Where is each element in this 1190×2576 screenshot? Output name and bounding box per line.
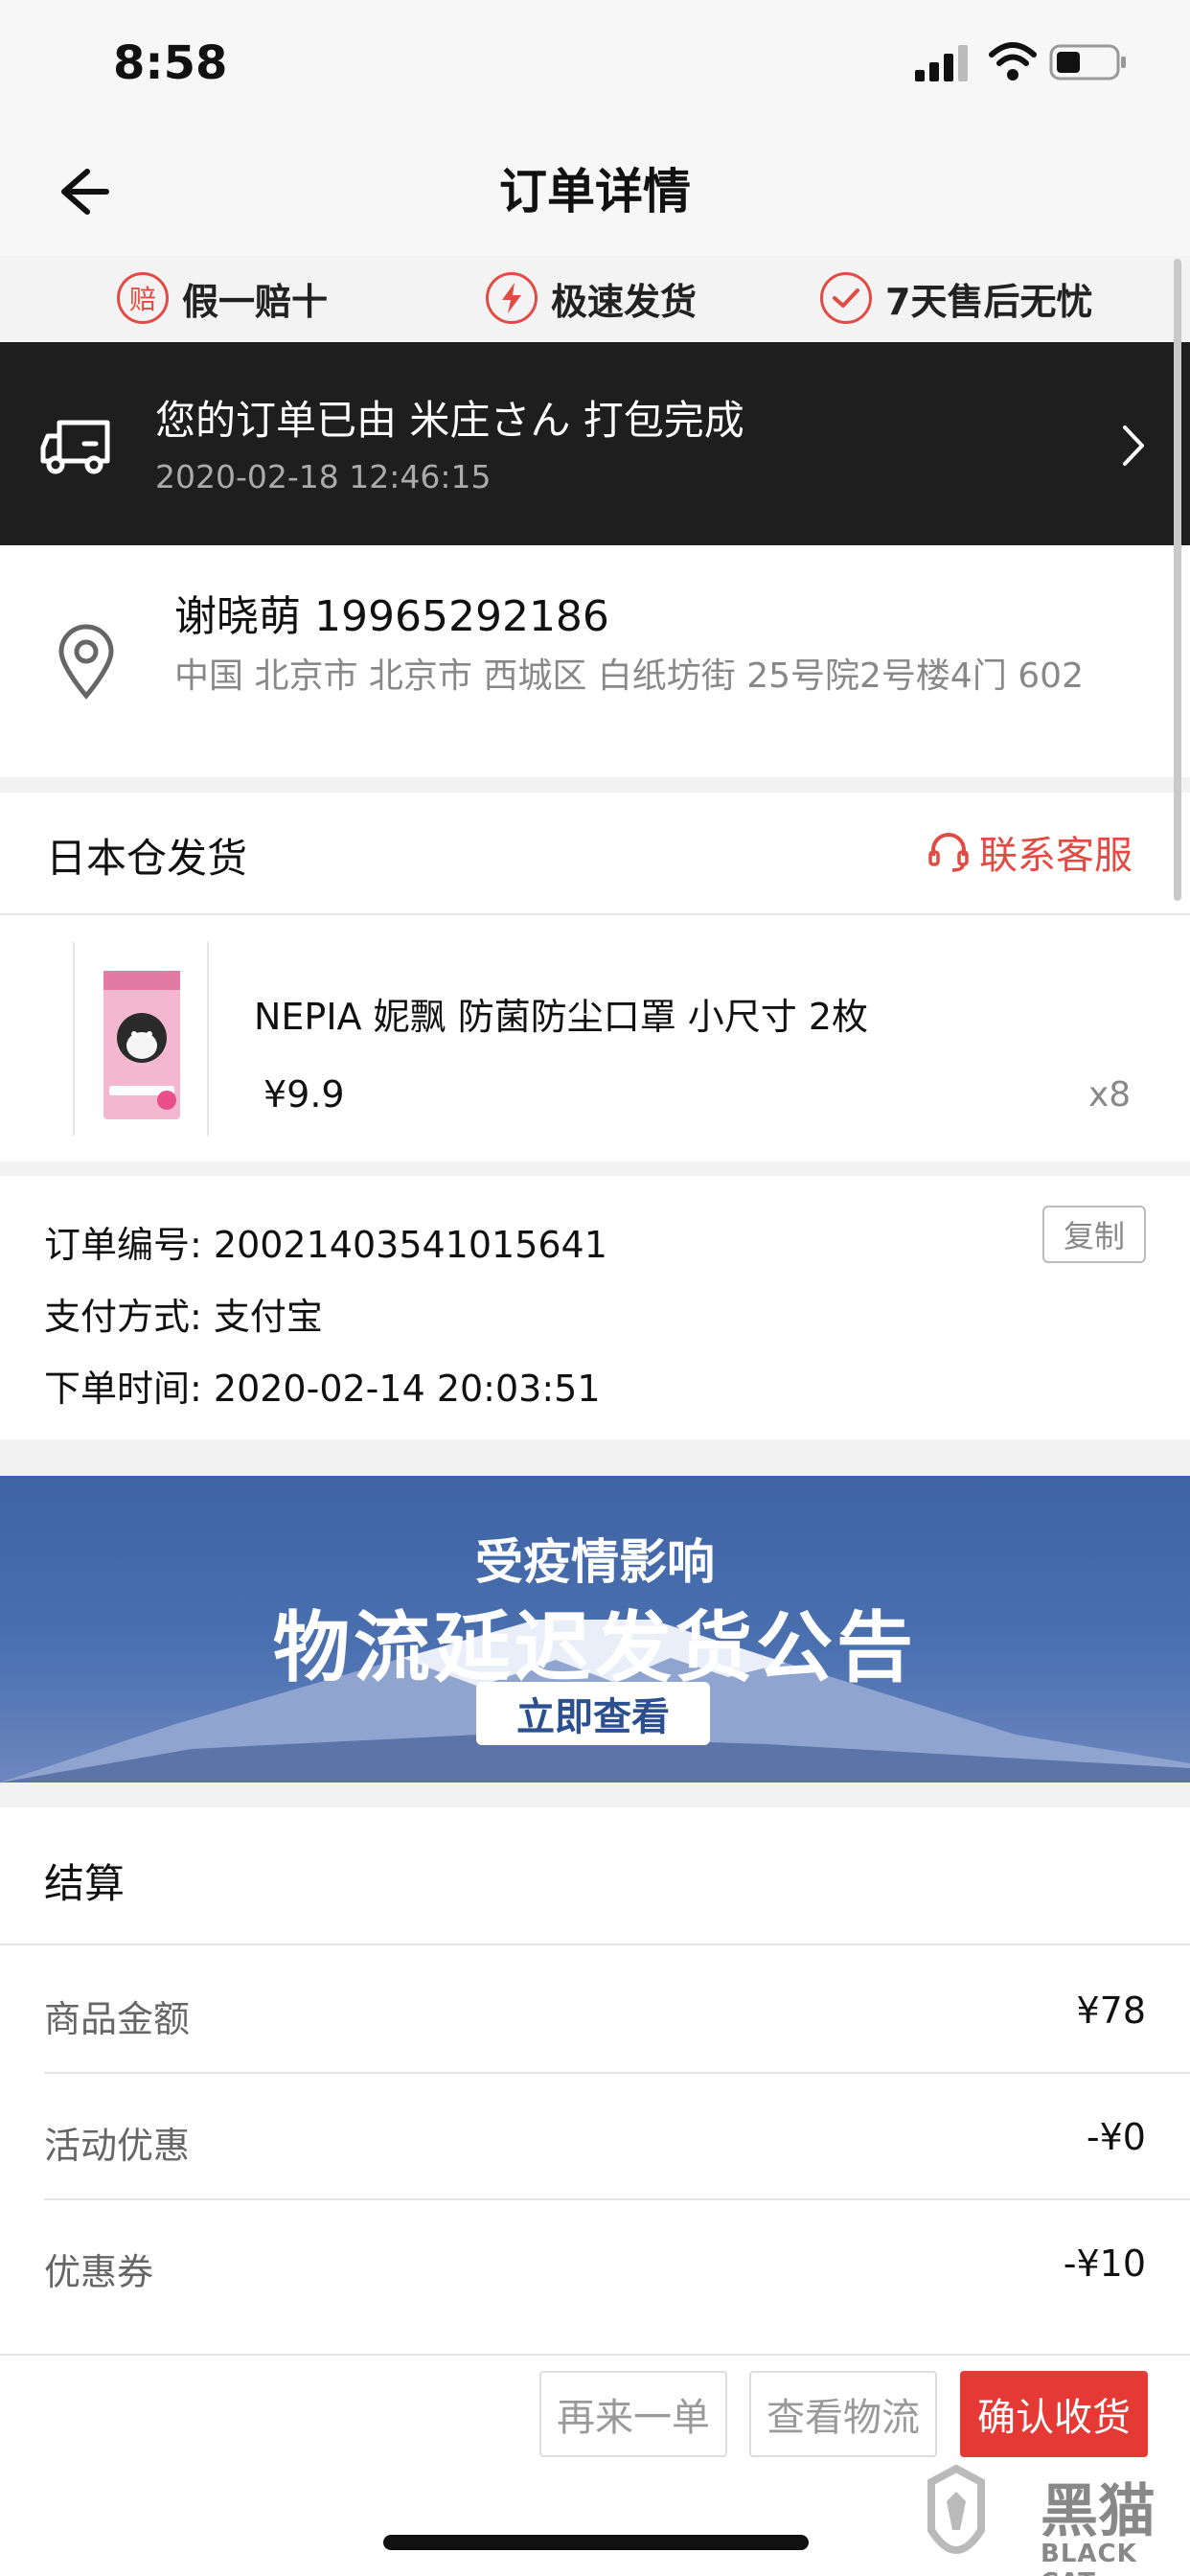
headset-icon <box>928 833 969 872</box>
promotion-discount-label: 活动优惠 <box>44 2125 191 2167</box>
settlement-card <box>0 1807 1190 2354</box>
check-circle-icon <box>820 272 872 324</box>
order-number-value: 20021403541015641 <box>213 1224 607 1266</box>
home-indicator[interactable] <box>383 2535 809 2550</box>
coupon-label: 优惠券 <box>44 2251 154 2293</box>
cellular-signal-icon <box>915 45 968 81</box>
guarantee-item: 7天售后无忧 <box>820 268 1092 328</box>
confirm-receipt-button[interactable]: 确认收货 <box>960 2371 1148 2457</box>
order-time-value: 2020-02-14 20:03:51 <box>213 1368 601 1410</box>
location-pin-icon <box>58 624 114 700</box>
divider <box>44 2198 1190 2200</box>
lightning-icon <box>486 272 538 324</box>
contact-service-button[interactable]: 联系客服 <box>927 824 1133 880</box>
order-number-label: 订单编号: <box>44 1224 202 1266</box>
copy-button[interactable]: 复制 <box>1042 1206 1146 1263</box>
chevron-right-icon[interactable] <box>1119 422 1148 470</box>
battery-icon <box>1049 44 1126 80</box>
banner-view-now-button[interactable]: 立即查看 <box>476 1682 710 1745</box>
store-name: 日本仓发货 <box>46 835 248 882</box>
goods-amount-label: 商品金额 <box>44 1998 191 2040</box>
order-number-row: 订单编号: 20021403541015641 <box>44 1215 607 1268</box>
contact-service-label: 联系客服 <box>979 834 1133 878</box>
banner-subtitle: 受疫情影响 <box>475 1534 715 1590</box>
watermark-text: 黑猫 <box>1041 2478 1156 2545</box>
payment-method-label: 支付方式: <box>44 1296 202 1338</box>
settlement-title: 结算 <box>44 1860 126 1907</box>
reorder-button[interactable]: 再来一单 <box>539 2371 727 2457</box>
mask-package-image <box>103 971 180 1119</box>
product-quantity: x8 <box>1088 1075 1132 1115</box>
compensation-icon: 赔 <box>117 272 169 324</box>
banner-headline: 物流延迟发货公告 <box>273 1603 917 1692</box>
coupon-value: -¥10 <box>1063 2242 1146 2285</box>
package-message: 您的订单已由 米庄さん 打包完成 <box>155 397 744 444</box>
divider <box>44 2072 1190 2074</box>
page-title: 订单详情 <box>499 164 691 219</box>
view-logistics-button[interactable]: 查看物流 <box>749 2371 937 2457</box>
status-time: 8:58 <box>113 36 228 90</box>
payment-method-row: 支付方式: 支付宝 <box>44 1287 323 1340</box>
truck-icon <box>40 420 110 474</box>
guarantee-label: 极速发货 <box>551 280 698 323</box>
recipient-name-phone: 谢晓萌 19965292186 <box>174 592 609 641</box>
address-line: 中国 北京市 北京市 西城区 白纸坊街 25号院2号楼4门 602 <box>174 656 1084 696</box>
product-thumbnail[interactable] <box>73 942 209 1136</box>
guarantee-item: 极速发货 <box>486 268 697 328</box>
promotion-discount-value: -¥0 <box>1086 2116 1146 2158</box>
wifi-icon <box>989 42 1037 80</box>
order-time-label: 下单时间: <box>44 1368 202 1410</box>
guarantee-label: 7天售后无忧 <box>885 280 1093 323</box>
payment-method-value: 支付宝 <box>213 1296 323 1338</box>
goods-amount-value: ¥78 <box>1076 1990 1146 2032</box>
guarantee-item: 赔 假一赔十 <box>117 268 328 328</box>
divider <box>0 1944 1190 1945</box>
package-time: 2020-02-18 12:46:15 <box>155 458 492 495</box>
watermark-text-en: BLACK CAT <box>1041 2540 1137 2576</box>
order-time-row: 下单时间: 2020-02-14 20:03:51 <box>44 1359 601 1412</box>
guarantee-label: 假一赔十 <box>182 280 329 323</box>
product-price: ¥9.9 <box>263 1073 345 1116</box>
product-name: NEPIA 妮飘 防菌防尘口罩 小尺寸 2枚 <box>254 996 869 1038</box>
scrollbar[interactable] <box>1174 259 1181 901</box>
